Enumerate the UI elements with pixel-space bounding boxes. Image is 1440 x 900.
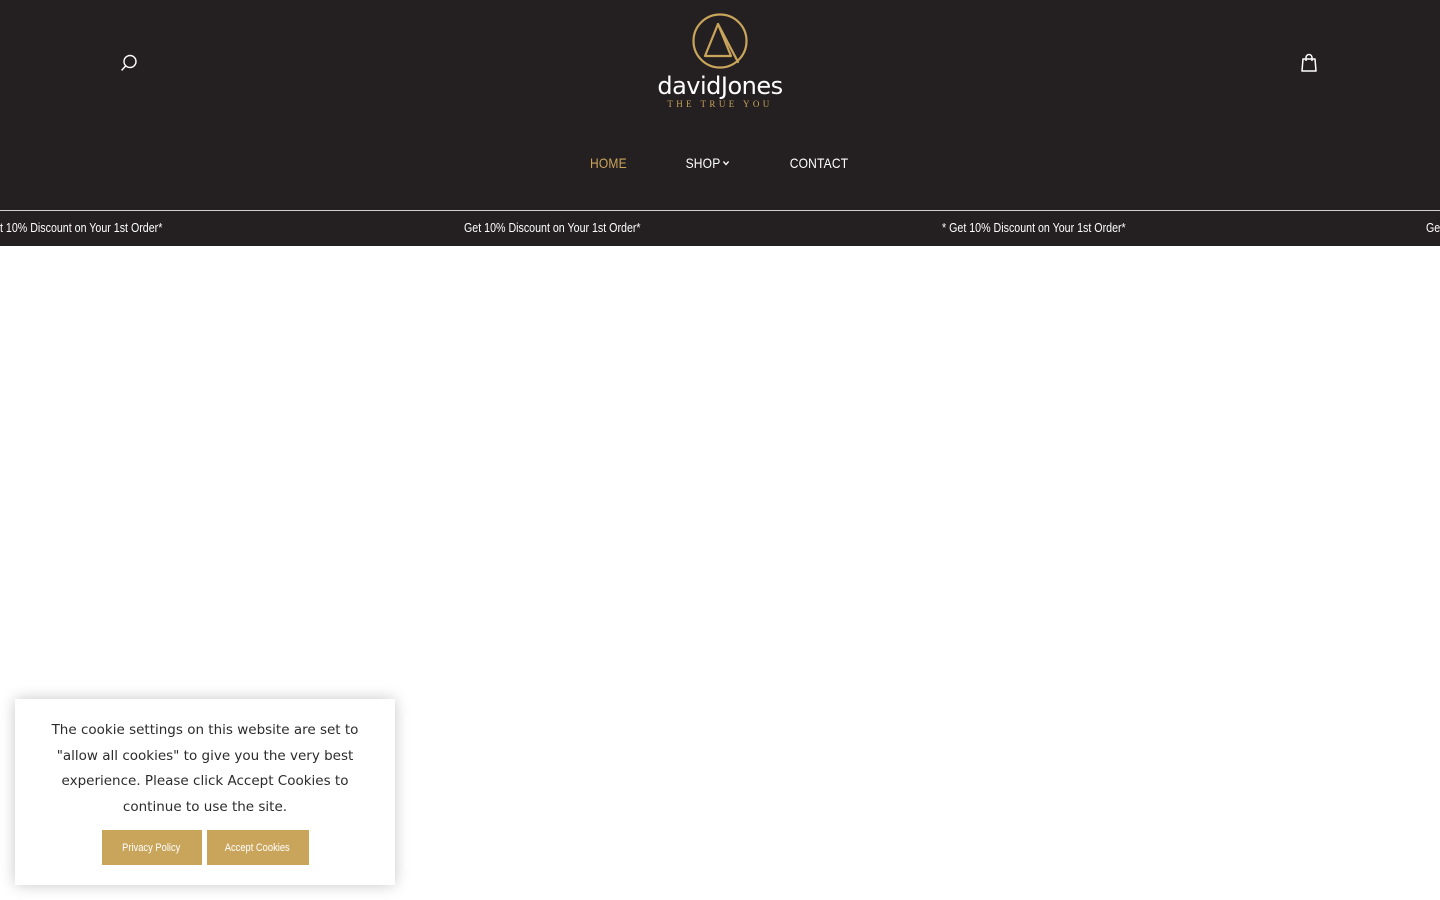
nav-item-label: HOME (589, 155, 627, 171)
brand-wordmark: davidJones (657, 72, 783, 100)
shopping-bag-icon (1301, 53, 1317, 72)
cookie-actions: Privacy Policy Accept Cookies (39, 830, 371, 865)
promo-item: * Get 10% Discount on Your 1st Order* (942, 220, 1126, 235)
accept-cookies-label: Accept Cookies (225, 841, 290, 854)
brand-tagline: THE TRUE YOU (667, 99, 773, 109)
nav-item-home[interactable]: HOME (590, 155, 627, 171)
chevron-down-icon (723, 160, 730, 166)
search-icon (121, 54, 137, 71)
cookie-banner: The cookie settings on this website are … (15, 699, 395, 885)
search-button[interactable] (116, 50, 142, 76)
cart-button[interactable] (1296, 50, 1322, 76)
cookie-message: The cookie settings on this website are … (51, 722, 359, 815)
accept-cookies-button[interactable]: Accept Cookies (206, 830, 309, 865)
main-nav: HOME SHOP CONTACT (0, 150, 1440, 176)
nav-item-shop[interactable]: SHOP (685, 155, 730, 171)
nav-item-label: CONTACT (789, 155, 849, 171)
privacy-policy-button[interactable]: Privacy Policy (101, 830, 202, 865)
promo-item: t 10% Discount on Your 1st Order* (0, 220, 163, 235)
promo-item: Get 10% Discount on Your 1st Order* (464, 220, 641, 235)
triangle-circle-logo-icon (692, 13, 748, 69)
nav-item-label: SHOP (685, 155, 721, 171)
promo-item: Ge (1426, 220, 1440, 235)
site-header: davidJones THE TRUE YOU HOME SHOP CONTAC… (0, 0, 1440, 210)
brand-logo[interactable]: davidJones THE TRUE YOU (640, 12, 800, 114)
promo-marquee: t 10% Discount on Your 1st Order* Get 10… (0, 210, 1440, 246)
nav-item-contact[interactable]: CONTACT (790, 155, 849, 171)
privacy-policy-label: Privacy Policy (122, 841, 181, 854)
